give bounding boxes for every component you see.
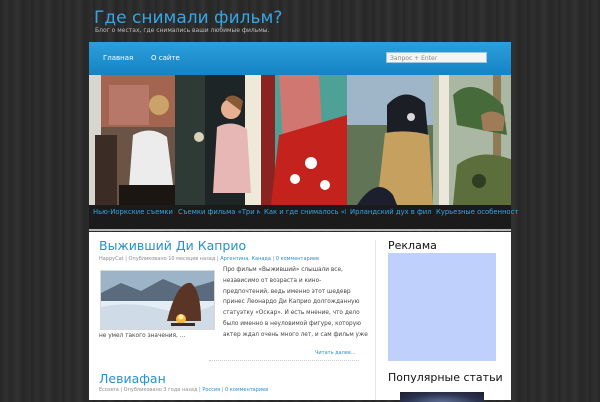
excerpt-line: статуэтку «Оскар». И есть мнение, что де… <box>223 310 360 317</box>
sidebar-divider <box>375 240 376 400</box>
meta-separator: | <box>125 256 127 262</box>
search-input[interactable]: Запрос + Enter <box>386 52 487 63</box>
meta-separator: | <box>120 387 123 393</box>
post-meta: Ecosera | Опубликовано 3 года назад | Ро… <box>99 387 268 393</box>
meta-comma: , <box>248 256 250 262</box>
excerpt-line: предпочтений, ведь именно этот шедевр <box>223 288 351 295</box>
read-more-link[interactable]: Читать далее... <box>315 350 356 356</box>
nav-item-about[interactable]: О сайте <box>151 54 180 62</box>
site-title[interactable]: Где снимали фильм? <box>94 8 282 28</box>
popular-post-thumbnail[interactable] <box>400 392 484 402</box>
post-divider <box>209 360 359 361</box>
excerpt-line: актер ждал очень много лет, и сам фильм … <box>223 331 368 338</box>
post-date: Опубликовано 3 года назад <box>123 387 198 393</box>
category-link[interactable]: Канада <box>251 256 270 262</box>
category-link[interactable]: Россия <box>202 387 220 393</box>
post-title[interactable]: Выживший Ди Каприо <box>99 238 246 253</box>
main-nav: Главная О сайте Запрос + Enter <box>89 42 511 75</box>
post-thumbnail[interactable] <box>100 270 215 330</box>
slide-caption[interactable]: Ирландский дух в фильме «Я люблю» <box>350 208 432 216</box>
nav-item-home[interactable]: Главная <box>103 54 133 62</box>
slide-caption[interactable]: Нью-Йоркские съемки «В большом городе» <box>93 208 175 216</box>
ad-widget-title: Реклама <box>388 239 437 252</box>
snow-campfire-image <box>101 271 214 329</box>
excerpt-line: принес Леонардо Ди Каприо долгожданную <box>223 299 360 306</box>
meta-separator: | <box>216 256 219 262</box>
slide-ireland[interactable] <box>347 75 433 205</box>
slide-desert[interactable] <box>261 75 347 205</box>
post-meta: HappyCat | Опубликовано 10 месяцев назад… <box>99 256 319 262</box>
slide-hunting[interactable] <box>433 75 511 205</box>
post-author[interactable]: Ecosera <box>99 387 119 393</box>
post-excerpt: Про фильм «Выживший» слышали все, незави… <box>223 265 368 341</box>
excerpt-line: независимо от возраста и кино- <box>223 277 322 284</box>
slide-caption[interactable]: Как и где снималось «Безумие в пустыне» <box>264 208 346 216</box>
post-title[interactable]: Левиафан <box>99 371 166 386</box>
ad-banner[interactable] <box>388 253 496 361</box>
featured-slider <box>89 75 511 205</box>
meta-separator: | <box>272 256 275 262</box>
excerpt-line: Про фильм «Выживший» слышали все, <box>223 267 343 273</box>
post-date: Опубликовано 10 месяцев назад <box>128 256 216 262</box>
post-author[interactable]: HappyCat <box>99 256 124 262</box>
comments-link[interactable]: 0 комментариев <box>225 387 268 393</box>
popular-widget-title: Популярные статьи <box>388 371 503 384</box>
site-description: Блог о местах, где снимались ваши любимы… <box>95 27 270 34</box>
slide-three-meters[interactable] <box>175 75 261 205</box>
excerpt-line: было именно в неуловимой фигуре, которую <box>223 320 362 327</box>
category-link[interactable]: Аргентина <box>220 256 248 262</box>
slide-caption[interactable]: Курьезные особенности охоты <box>436 208 518 216</box>
slider-captions: Нью-Йоркские съемки «В большом городе» С… <box>89 205 518 231</box>
main-content: Выживший Ди Каприо HappyCat | Опубликова… <box>89 232 511 402</box>
excerpt-tail: не умел такого значения, ... <box>99 333 186 339</box>
meta-separator: | <box>199 387 201 393</box>
slide-caption[interactable]: Съемки фильма «Три метра над небом» <box>178 208 260 216</box>
slide-new-york[interactable] <box>89 75 175 205</box>
comments-link[interactable]: 0 комментариев <box>276 256 319 262</box>
meta-separator: | <box>221 387 224 393</box>
